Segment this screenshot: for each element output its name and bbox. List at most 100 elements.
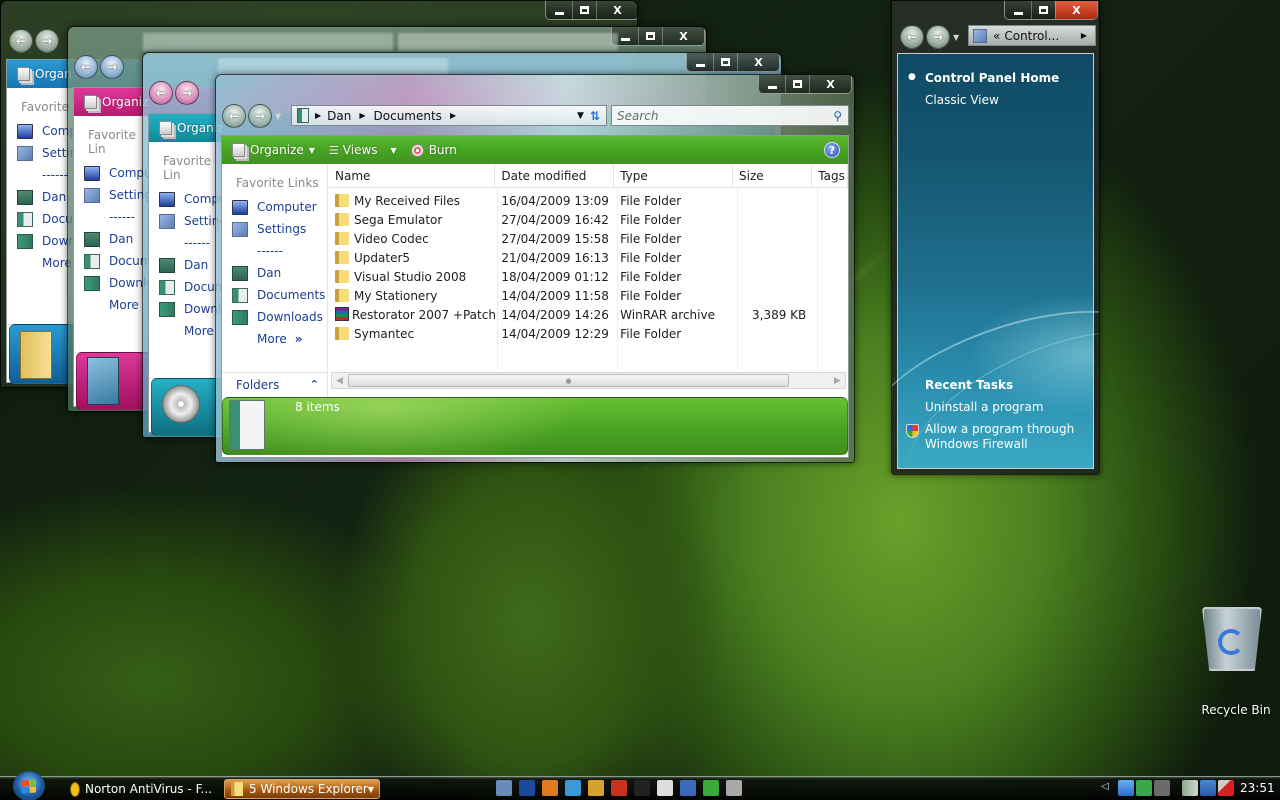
back-button[interactable]: ← [9,29,33,53]
nav-link-computer[interactable]: Compu [149,188,227,210]
close-button[interactable]: X [809,75,851,93]
column-header-date[interactable]: Date modified [495,164,615,187]
nav-link-more[interactable]: More [149,320,218,342]
minimize-button[interactable] [546,1,572,19]
photoshop-icon[interactable] [519,780,535,796]
remote-desktop-icon[interactable] [680,780,696,796]
recent-pages-dropdown[interactable]: ▼ [275,112,281,121]
close-button[interactable]: X [596,1,637,19]
views-button[interactable]: ☰ Views ▼ [329,143,397,157]
search-input[interactable]: Search ⚲ [611,105,849,126]
nav-link-computer[interactable]: Computer [222,196,327,218]
uninstall-program-link[interactable]: Uninstall a program [925,400,1044,414]
recent-pages-dropdown[interactable]: ▼ [953,33,959,42]
column-header-name[interactable]: Name [329,164,496,187]
address-text[interactable]: Control... [1004,29,1059,43]
forward-button[interactable]: → [100,55,124,79]
file-row[interactable]: Video Codec 27/04/2009 15:58 File Folder [329,229,848,248]
reshacker-icon[interactable] [634,780,650,796]
folders-toggle[interactable]: Folders ⌃ [222,372,327,396]
refresh-icon[interactable]: ⇅ [590,109,600,123]
breadcrumb-separator-icon[interactable]: ▶ [315,111,321,120]
explorer-window-documents[interactable]: X ← → ▼ ▶ Dan ▶ Documents ▶ ▼ ⇅ Search ⚲… [215,74,855,463]
maximize-button[interactable] [713,53,737,71]
clock[interactable]: 23:51 [1240,781,1275,795]
network-tray-icon[interactable] [1200,780,1216,796]
nav-link-settings[interactable]: Setting [149,210,227,232]
address-bar[interactable]: « Control... ▶ [968,25,1096,46]
nav-link-more[interactable]: More » [222,328,327,350]
address-bar[interactable]: ▶ Dan ▶ Documents ▶ ▼ ⇅ [291,105,607,126]
file-row[interactable]: Sega Emulator 27/04/2009 16:42 File Folder [329,210,848,229]
scroll-left-icon[interactable]: ◀ [332,373,347,388]
address-dropdown-icon[interactable]: ▼ [577,111,584,121]
maximize-button[interactable] [572,1,596,19]
nav-link-dan[interactable]: Dan [149,254,218,276]
volume-tray-icon[interactable] [1218,780,1234,796]
organize-button[interactable]: Organiz [84,95,148,109]
recycle-bin-label[interactable]: Recycle Bin [1196,703,1276,717]
column-header-type[interactable]: Type [614,164,734,187]
back-button[interactable]: ← [900,25,924,49]
column-header-tags[interactable]: Tags [812,164,848,187]
recycle-bin-icon[interactable] [1198,603,1268,673]
safely-remove-tray-icon[interactable] [1182,780,1198,796]
forward-button[interactable]: → [248,104,272,128]
file-row[interactable]: Restorator 2007 +Patch 14/04/2009 14:26 Wi… [329,305,848,324]
messenger-tray-icon[interactable] [1118,780,1134,796]
allow-program-firewall-link[interactable]: Allow a program through Windows Firewall [925,422,1075,452]
ccleaner-icon[interactable] [611,780,627,796]
control-panel-window[interactable]: X ← → ▼ « Control... ▶ ● Control Panel H… [891,0,1100,475]
file-row[interactable]: Updater5 21/04/2009 16:13 File Folder [329,248,848,267]
column-header-size[interactable]: Size [733,164,813,187]
nav-link-dan[interactable]: Dan [222,262,327,284]
scrollbar-thumb[interactable]: ● [348,374,789,387]
breadcrumb-separator-icon[interactable]: ▶ [359,111,365,120]
scroll-right-icon[interactable]: ▶ [830,373,845,388]
control-panel-home-link[interactable]: Control Panel Home [925,71,1059,85]
breadcrumb-separator-icon[interactable]: ▶ [450,111,456,120]
organize-button[interactable]: Organiz [159,121,223,135]
forward-button[interactable]: → [175,81,199,105]
minimize-button[interactable] [1005,1,1031,19]
help-icon[interactable]: ? [824,142,840,158]
file-row[interactable]: Symantec 14/04/2009 12:29 File Folder [329,324,848,343]
maximize-button[interactable] [1031,1,1055,19]
organize-button[interactable]: Organ [17,67,72,81]
overflow-chevron-icon[interactable]: « [993,29,1000,43]
nav-link-downloads[interactable]: Downlo [149,298,229,320]
media-center-icon[interactable] [703,780,719,796]
organize-button[interactable]: Organize ▼ [232,143,315,157]
firefox-icon[interactable] [542,780,558,796]
nav-link-settings[interactable]: Settings [222,218,327,240]
show-hidden-icons-button[interactable]: ◁ [1101,781,1109,792]
search-icon[interactable]: ⚲ [833,109,842,123]
minimize-button[interactable] [759,75,785,93]
tools-icon[interactable] [726,780,742,796]
breadcrumb-dan[interactable]: Dan [327,109,351,123]
back-button[interactable]: ← [149,81,173,105]
file-row[interactable]: Visual Studio 2008 18/04/2009 01:12 File F… [329,267,848,286]
nav-link-downloads[interactable]: Downloads [222,306,327,328]
horizontal-scrollbar[interactable]: ◀ ● ▶ [331,372,846,389]
maximize-button[interactable] [785,75,809,93]
classic-view-link[interactable]: Classic View [925,93,999,107]
show-desktop-icon[interactable] [496,780,512,796]
gray-tray-icon[interactable] [1154,780,1170,796]
outlook-icon[interactable] [588,780,604,796]
taskbar-button-explorer-group[interactable]: 5 Windows Explorer ▼ [224,779,380,799]
start-button[interactable] [13,771,45,800]
close-button[interactable]: X [737,53,779,71]
file-row[interactable]: My Received Files 16/04/2009 13:09 File Fo… [329,191,848,210]
messenger-icon[interactable] [565,780,581,796]
maximize-button[interactable] [638,27,662,45]
close-button[interactable]: X [662,27,704,45]
close-button[interactable]: X [1055,1,1097,19]
back-button[interactable]: ← [74,55,98,79]
burn-button[interactable]: Burn [410,143,457,157]
breadcrumb-separator-icon[interactable]: ▶ [1081,31,1087,40]
nav-link-documents[interactable]: Docum [149,276,226,298]
forward-button[interactable]: → [926,25,950,49]
taskbar-button-norton[interactable]: Norton AntiVirus - F... [70,779,212,799]
nav-link-documents[interactable]: Documents [222,284,327,306]
